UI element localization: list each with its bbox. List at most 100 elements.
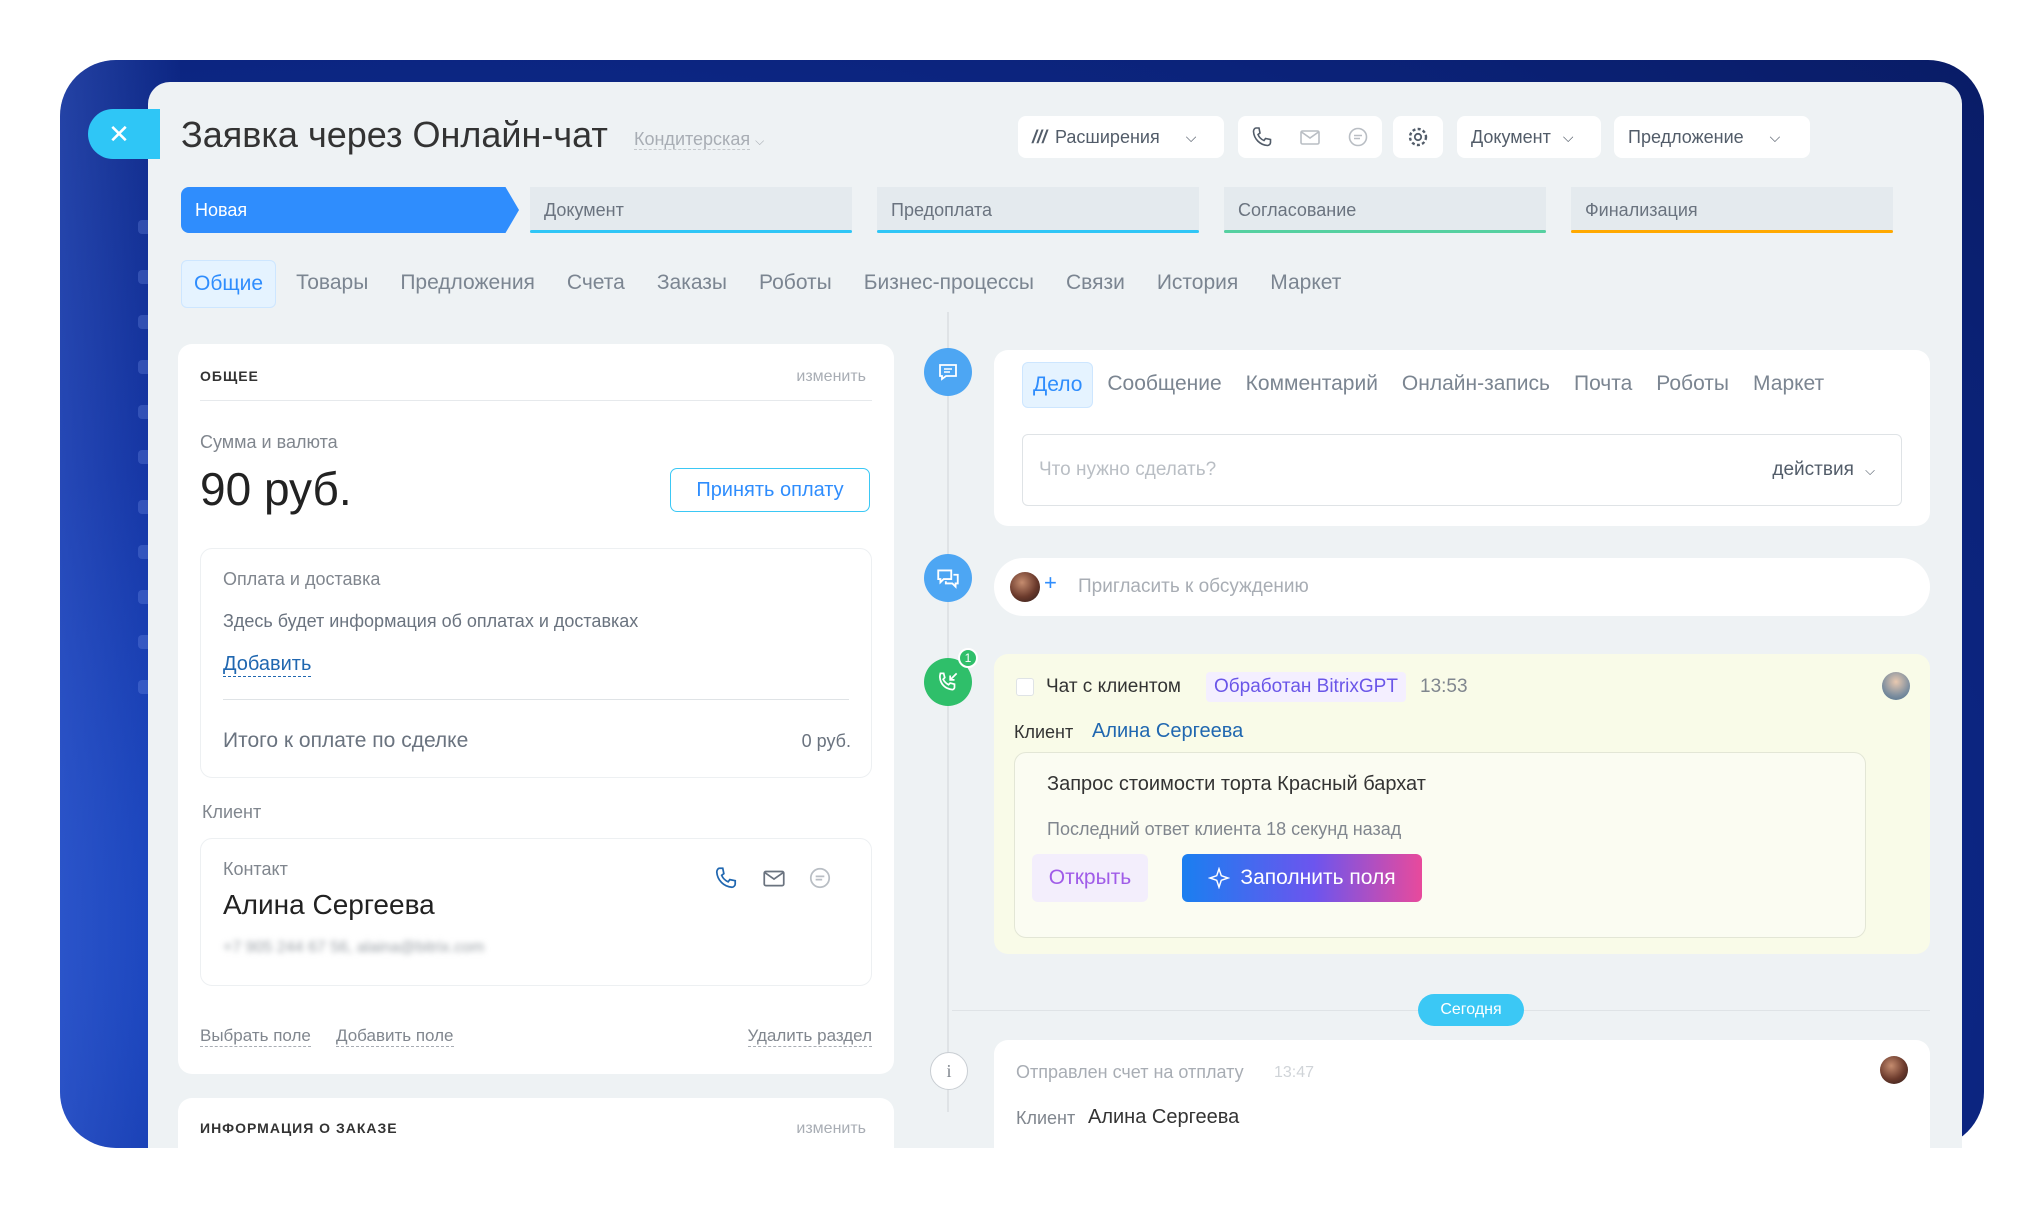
extensions-icon: ///: [1032, 126, 1048, 147]
invite-text: Пригласить к обсуждению: [1078, 576, 1309, 597]
editor-tab-message[interactable]: Сообщение: [1097, 362, 1231, 408]
editor-tabs: Дело Сообщение Комментарий Онлайн-запись…: [1022, 362, 1838, 408]
contact-name[interactable]: Алина Сергеева: [223, 889, 435, 921]
communication-buttons: [1238, 116, 1382, 158]
stage-approval[interactable]: Согласование: [1224, 187, 1546, 233]
tab-market[interactable]: Маркет: [1258, 260, 1353, 308]
general-section: ОБЩЕЕ изменить Сумма и валюта 90 руб. Пр…: [178, 344, 894, 1074]
timeline-info-dot: i: [930, 1052, 968, 1090]
chat-icon[interactable]: [807, 865, 833, 891]
extensions-button[interactable]: /// Расширения ⌵: [1018, 116, 1224, 158]
close-slider-button[interactable]: ✕: [88, 109, 160, 159]
editor-tab-market[interactable]: Маркет: [1743, 362, 1834, 408]
complete-checkbox[interactable]: [1016, 678, 1034, 696]
category-label: Кондитерская: [634, 129, 751, 150]
tab-orders[interactable]: Заказы: [645, 260, 739, 308]
mail-icon[interactable]: [1298, 125, 1322, 149]
mail-icon[interactable]: [761, 865, 787, 891]
tab-history[interactable]: История: [1145, 260, 1250, 308]
client-label: Клиент: [202, 802, 262, 822]
responsible-avatar[interactable]: [1880, 1056, 1908, 1084]
plus-icon[interactable]: +: [1044, 570, 1057, 596]
fill-fields-button[interactable]: Заполнить поля: [1182, 854, 1422, 902]
accept-payment-button[interactable]: Принять оплату: [670, 468, 870, 512]
client-name-link[interactable]: Алина Сергеева: [1092, 720, 1243, 743]
tab-business-processes[interactable]: Бизнес-процессы: [852, 260, 1046, 308]
tab-links[interactable]: Связи: [1054, 260, 1137, 308]
tab-invoices[interactable]: Счета: [555, 260, 637, 308]
fill-fields-label: Заполнить поля: [1240, 866, 1396, 889]
tab-robots[interactable]: Роботы: [747, 260, 844, 308]
editor-tab-mail[interactable]: Почта: [1564, 362, 1642, 408]
add-payment-link[interactable]: Добавить: [223, 653, 312, 677]
responsible-avatar[interactable]: [1882, 672, 1910, 700]
task-input-box[interactable]: Что нужно сделать? действия ⌵: [1022, 434, 1902, 506]
phone-icon[interactable]: [1250, 125, 1274, 149]
stage-color-bar: [1224, 230, 1546, 233]
edit-link[interactable]: изменить: [796, 1120, 866, 1138]
phone-icon[interactable]: [713, 865, 739, 891]
contact-details: +7 905 244 67 56, alaina@bitrix.com: [223, 939, 485, 956]
chat-time: 13:53: [1420, 676, 1468, 697]
incoming-call-icon: [939, 672, 958, 691]
open-chat-button[interactable]: Открыть: [1032, 854, 1148, 902]
tab-proposals[interactable]: Предложения: [388, 260, 547, 308]
editor-tab-task[interactable]: Дело: [1022, 362, 1094, 408]
chat-title: Чат с клиентом: [1046, 676, 1181, 697]
stage-label: Документ: [544, 199, 624, 220]
actions-dropdown[interactable]: действия ⌵: [1772, 459, 1875, 481]
deal-panel: Заявка через Онлайн-чат Кондитерская ⌵ /…: [148, 82, 1962, 1148]
contact-block: Контакт Алина Сергеева +7 905 244 67 56,…: [200, 838, 872, 986]
stage-prepayment[interactable]: Предоплата: [877, 187, 1199, 233]
invoice-title: Отправлен счет на отплату: [1016, 1062, 1244, 1082]
info-icon: i: [946, 1060, 952, 1081]
activity-editor: Дело Сообщение Комментарий Онлайн-запись…: [994, 350, 1930, 526]
chat-preview-box: Запрос стоимости торта Красный бархат По…: [1014, 752, 1866, 938]
extensions-label: Расширения: [1055, 126, 1160, 147]
payment-delivery-block: Оплата и доставка Здесь будет информация…: [200, 548, 872, 778]
stage-document[interactable]: Документ: [530, 187, 852, 233]
client-label: Клиент: [1016, 1108, 1076, 1128]
request-text: Запрос стоимости торта Красный бархат: [1047, 773, 1426, 795]
stage-color-bar: [530, 230, 852, 233]
task-input-placeholder: Что нужно сделать?: [1039, 459, 1217, 480]
tab-products[interactable]: Товары: [284, 260, 380, 308]
invite-bar[interactable]: + Пригласить к обсуждению: [994, 558, 1930, 616]
client-label: Клиент: [1014, 722, 1074, 742]
bitrixgpt-badge: Обработан BitrixGPT: [1206, 672, 1406, 702]
stage-finalization[interactable]: Финализация: [1571, 187, 1893, 233]
stage-color-bar: [877, 230, 1199, 233]
chevron-down-icon: ⌵: [755, 134, 765, 148]
amount-value: 90 руб.: [200, 463, 352, 515]
gear-icon: [1408, 127, 1428, 147]
category-selector[interactable]: Кондитерская ⌵: [634, 129, 764, 150]
document-button[interactable]: Документ ⌵: [1457, 116, 1601, 158]
deal-tabs: Общие Товары Предложения Счета Заказы Ро…: [181, 260, 1361, 308]
add-field-link[interactable]: Добавить поле: [336, 1026, 454, 1047]
client-name[interactable]: Алина Сергеева: [1088, 1106, 1239, 1129]
editor-tab-comment[interactable]: Комментарий: [1236, 362, 1388, 408]
proposal-label: Предложение: [1628, 126, 1744, 147]
today-pill: Сегодня: [1418, 994, 1524, 1026]
stage-new[interactable]: Новая: [181, 187, 519, 233]
stage-label: Новая: [195, 199, 248, 220]
delete-section-link[interactable]: Удалить раздел: [747, 1026, 872, 1047]
chat-icon[interactable]: [1346, 125, 1370, 149]
stage-label: Предоплата: [891, 199, 992, 220]
chat-activity-card: Чат с клиентом Обработан BitrixGPT 13:53…: [994, 654, 1930, 954]
invoice-time: 13:47: [1274, 1064, 1315, 1081]
invoice-activity-card: Отправлен счет на отплату 13:47 Клиент А…: [994, 1040, 1930, 1148]
editor-tab-robots[interactable]: Роботы: [1646, 362, 1739, 408]
editor-tab-booking[interactable]: Онлайн-запись: [1392, 362, 1560, 408]
total-value: 0 руб.: [801, 731, 851, 751]
choose-field-link[interactable]: Выбрать поле: [200, 1026, 311, 1047]
payment-title: Оплата и доставка: [223, 569, 381, 589]
edit-link[interactable]: изменить: [796, 368, 866, 386]
settings-button[interactable]: [1393, 116, 1443, 158]
stage-label: Согласование: [1238, 199, 1357, 220]
page-title: Заявка через Онлайн-чат: [181, 114, 608, 155]
timeline-line: [947, 312, 949, 1112]
tab-general[interactable]: Общие: [181, 260, 277, 308]
proposal-button[interactable]: Предложение ⌵: [1614, 116, 1810, 158]
amount-label: Сумма и валюта: [200, 432, 338, 452]
